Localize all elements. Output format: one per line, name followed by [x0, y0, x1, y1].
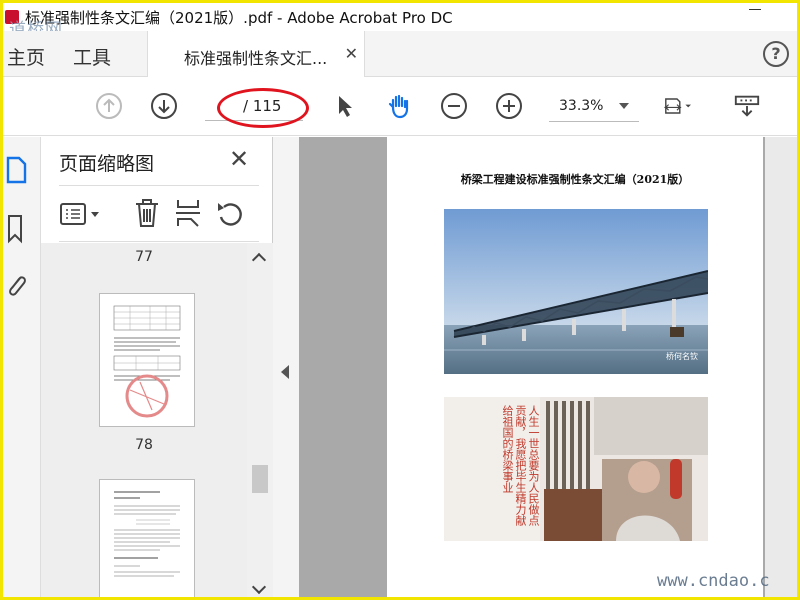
scroll-up-icon[interactable]: [251, 252, 267, 268]
rotate-icon[interactable]: [215, 197, 245, 229]
page-thumbnails-icon[interactable]: [5, 155, 27, 185]
left-rail: [3, 137, 41, 597]
thumbnail-options-icon[interactable]: [59, 199, 101, 229]
next-page-icon[interactable]: [150, 92, 178, 120]
close-tab-icon[interactable]: ✕: [345, 44, 358, 63]
bookmark-icon[interactable]: [5, 213, 27, 245]
window-title: 标准强制性条文汇编（2021版）.pdf - Adobe Acrobat Pro…: [25, 8, 453, 27]
collapse-panel-icon[interactable]: [281, 365, 289, 379]
bridge-image: [444, 209, 708, 374]
thumbnails-heading: 页面缩略图: [59, 153, 155, 175]
close-panel-icon[interactable]: ✕: [229, 145, 249, 173]
page-number-78: 78: [135, 437, 153, 453]
photo-caption: 桥何名钦: [666, 352, 698, 361]
page-number-77: 77: [135, 249, 153, 265]
right-panel-strip: [765, 137, 797, 597]
page-thumbnail-78[interactable]: [99, 293, 195, 427]
page-fit-icon[interactable]: [663, 92, 691, 120]
scroll-thumb[interactable]: [252, 465, 268, 493]
page-thumbnail-content: [114, 491, 180, 577]
chevron-down-icon: [619, 103, 629, 109]
scroll-down-icon[interactable]: [251, 579, 267, 595]
zoom-out-icon[interactable]: [440, 92, 468, 120]
scroll-mode-icon[interactable]: [733, 92, 761, 120]
divider: [59, 185, 259, 186]
tab-tools[interactable]: 工具: [73, 43, 111, 70]
previous-page-icon[interactable]: [95, 92, 123, 120]
panel-collapse-strip: [273, 137, 299, 597]
hand-tool-icon[interactable]: [385, 92, 413, 120]
document-viewer[interactable]: 桥梁工程建设标准强制性条文汇编（2021版） 桥何名钦 人生一世总要为人民做点贡…: [299, 137, 765, 597]
title-bar: 标准强制性条文汇编（2021版）.pdf - Adobe Acrobat Pro…: [3, 3, 797, 31]
document-page: 桥梁工程建设标准强制性条文汇编（2021版） 桥何名钦 人生一世总要为人民做点贡…: [387, 137, 763, 597]
document-title: 桥梁工程建设标准强制性条文汇编（2021版）: [460, 173, 690, 186]
toolbar: / 115 33.3%: [3, 78, 797, 136]
zoom-value: 33.3%: [559, 98, 604, 114]
delete-icon[interactable]: [133, 197, 161, 229]
thumbnail-scrollbar[interactable]: [247, 243, 273, 597]
calligraphy-text: 人生一世总要为人民做点贡献，我愿把毕生精力献给祖国的桥梁事业: [501, 405, 540, 526]
divider: [59, 241, 259, 242]
select-tool-icon[interactable]: [331, 92, 359, 120]
app-window: 标准强制性条文汇编（2021版）.pdf - Adobe Acrobat Pro…: [0, 0, 800, 600]
minimize-button[interactable]: [749, 9, 761, 10]
tab-document[interactable]: 标准强制性条文汇... ✕: [147, 31, 365, 77]
help-icon[interactable]: ?: [763, 41, 789, 67]
extract-pages-icon[interactable]: [173, 197, 203, 229]
zoom-in-icon[interactable]: [495, 92, 523, 120]
tab-home[interactable]: 主页: [7, 43, 45, 70]
page-highlight-circle: [217, 88, 309, 128]
tab-document-label: 标准强制性条文汇...: [184, 49, 328, 68]
page-thumbnail-79[interactable]: [99, 479, 195, 597]
thumbnails-panel: 页面缩略图 ✕ 77 78: [41, 137, 273, 597]
attachment-icon[interactable]: [5, 269, 27, 299]
watermark-bottom: www.cndao.c: [657, 571, 770, 591]
zoom-dropdown[interactable]: 33.3%: [549, 92, 639, 122]
portrait-photo: 人生一世总要为人民做点贡献，我愿把毕生精力献给祖国的桥梁事业: [444, 397, 708, 541]
tab-bar: 主页 工具 标准强制性条文汇... ✕ ?: [3, 31, 797, 77]
bridge-photo: 桥何名钦: [444, 209, 708, 374]
thumbnail-list: 77 78: [41, 243, 247, 597]
page-thumbnail-content: [113, 305, 181, 418]
